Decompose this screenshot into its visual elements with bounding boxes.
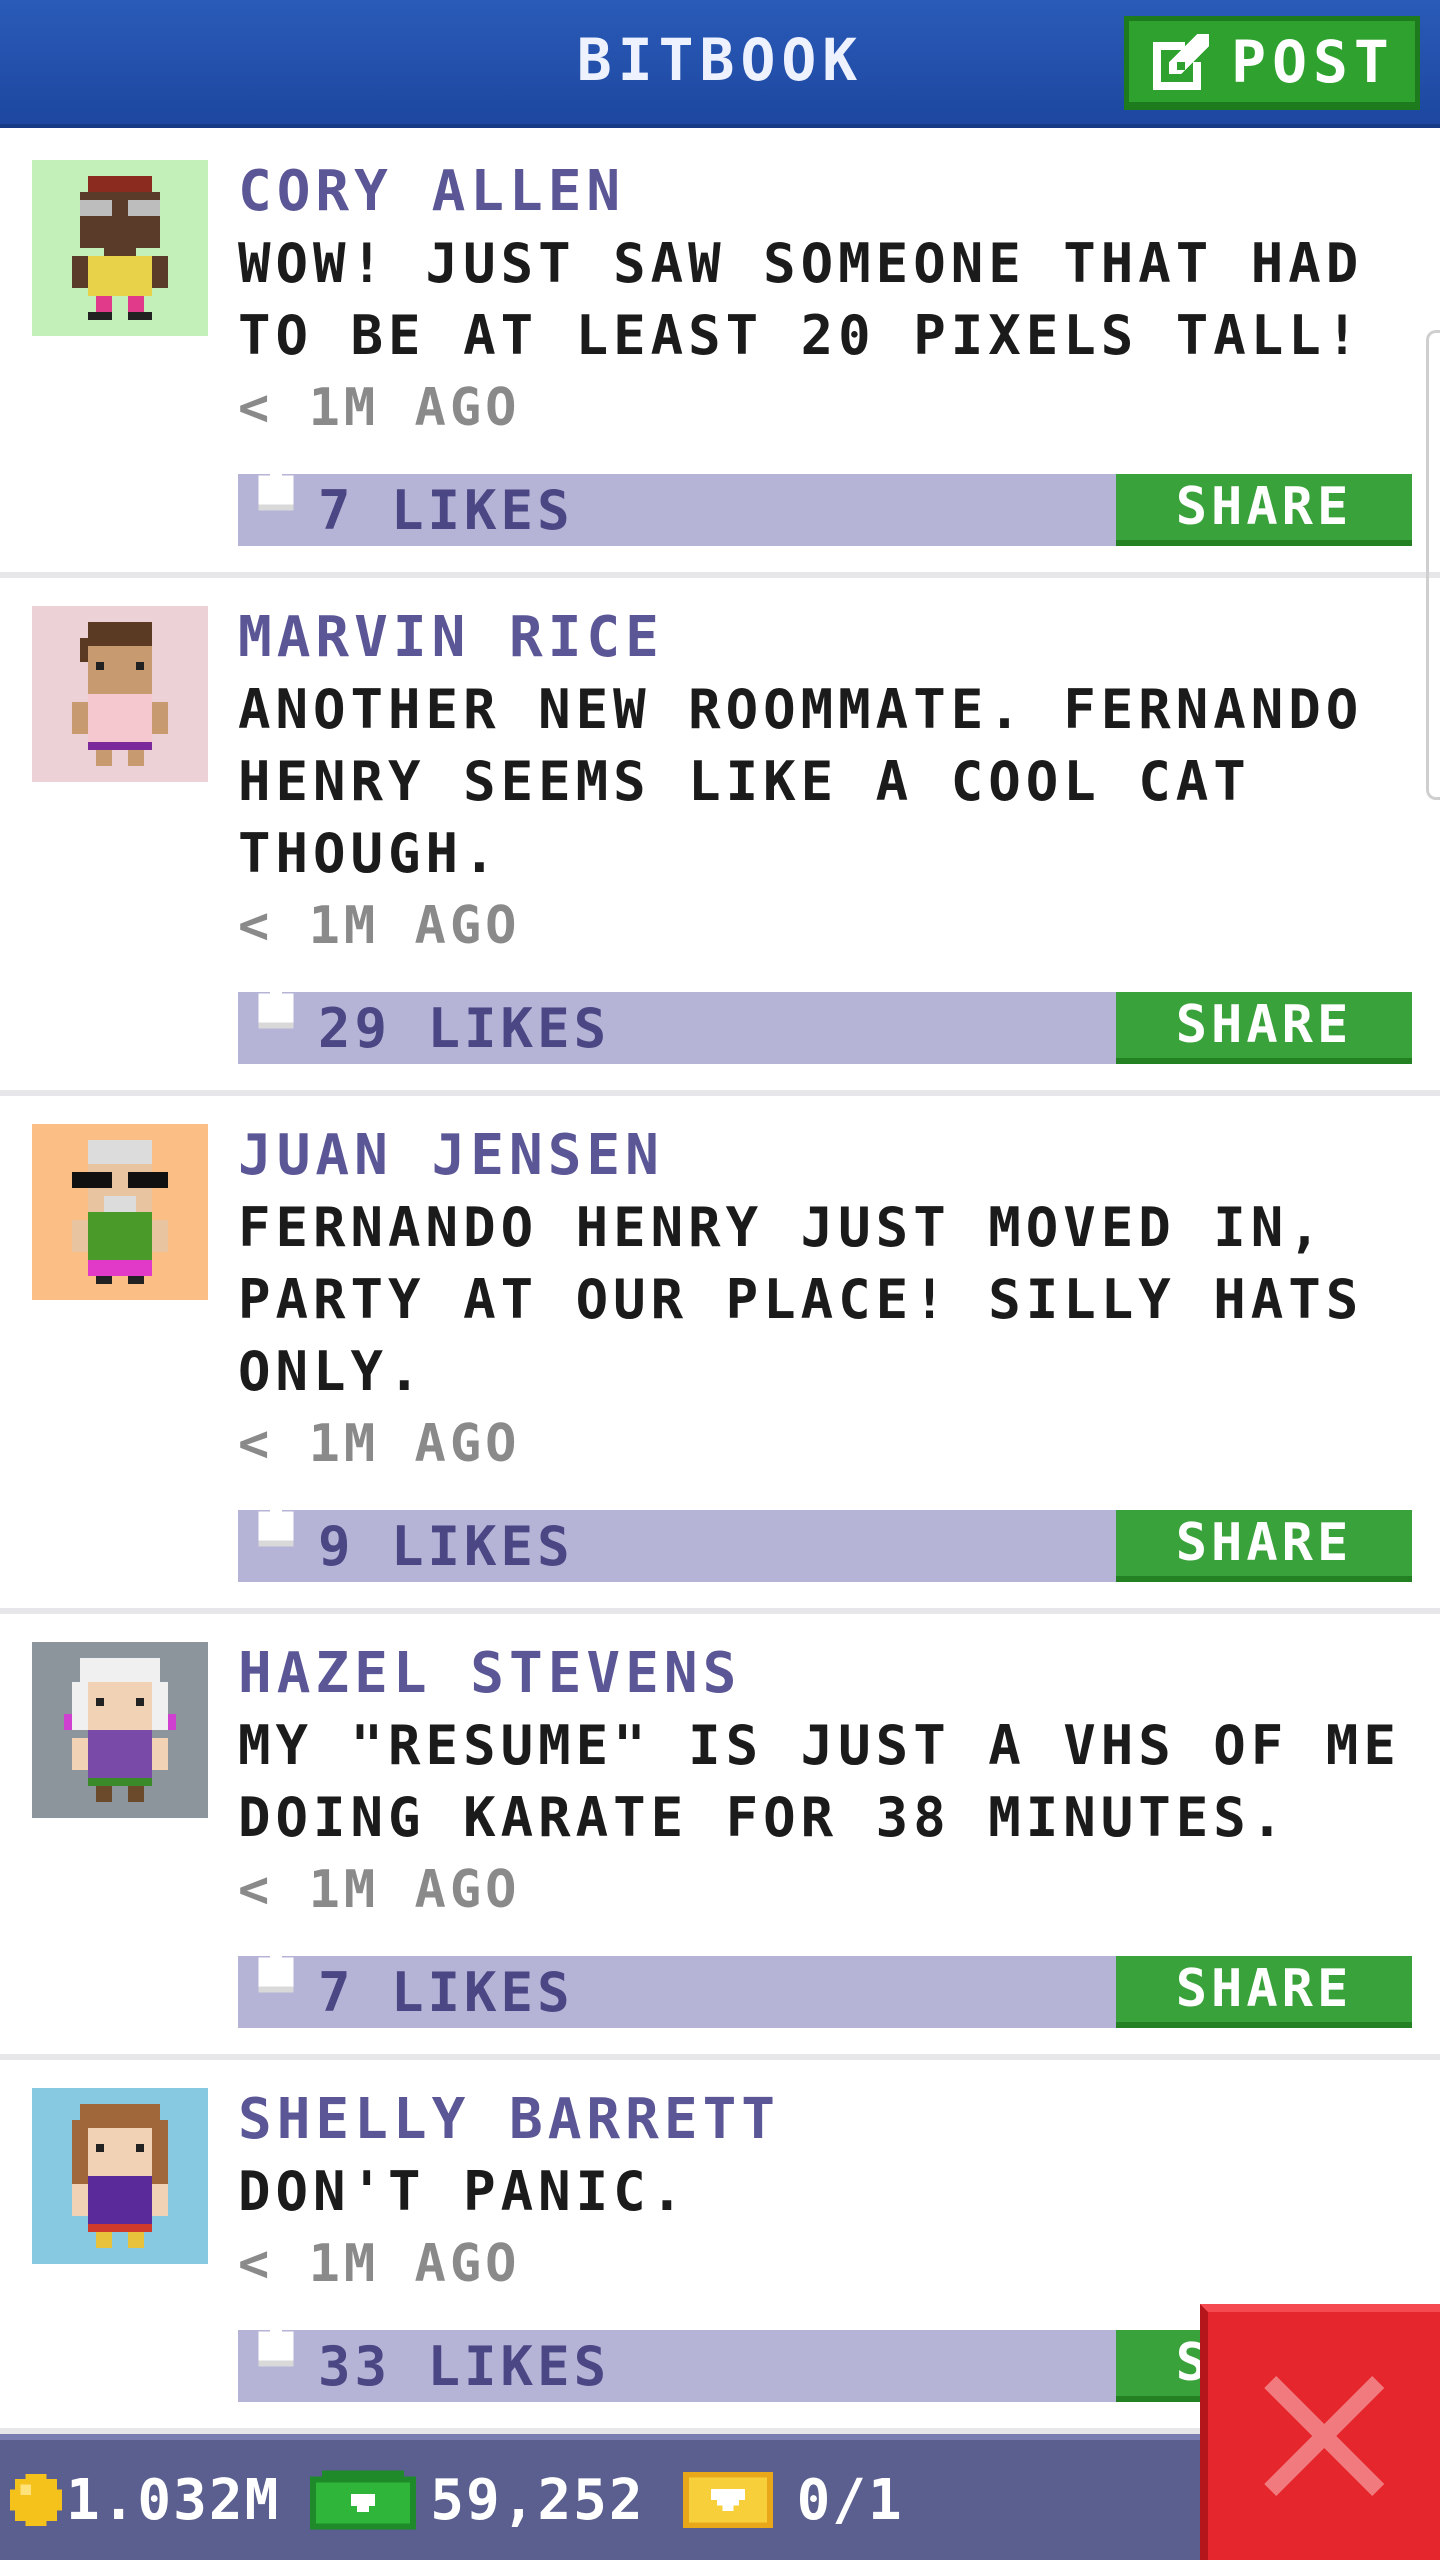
post-message: ANOTHER NEW ROOMMATE. FERNANDO HENRY SEE…: [238, 678, 1364, 885]
thumbs-up-icon: [258, 452, 294, 511]
character-avatar-icon: [72, 622, 168, 766]
cash-icon: [310, 2470, 417, 2530]
tickets-value: 0/1: [796, 2467, 904, 2533]
feed-post: CORY ALLEN WOW! JUST SAW SOMEONE THAT HA…: [0, 132, 1440, 578]
thumbs-up-icon: [258, 970, 294, 1029]
thumbs-up-icon: [258, 2308, 294, 2367]
post-author[interactable]: JUAN JENSEN: [238, 1120, 1408, 1192]
thumbs-up-icon: [258, 1934, 294, 1993]
post-author[interactable]: HAZEL STEVENS: [238, 1638, 1408, 1710]
post-button[interactable]: POST: [1124, 16, 1420, 110]
post-time: < 1M AGO: [238, 896, 521, 956]
feed-post: HAZEL STEVENS MY "RESUME" IS JUST A VHS …: [0, 1614, 1440, 2060]
thumbs-up-icon: [258, 1488, 294, 1547]
character-avatar-icon: [72, 1140, 168, 1284]
character-avatar-icon: [72, 2104, 168, 2248]
character-avatar-icon: [64, 1658, 176, 1802]
post-message: WOW! JUST SAW SOMEONE THAT HAD TO BE AT …: [238, 232, 1364, 367]
feed-post: MARVIN RICE ANOTHER NEW ROOMMATE. FERNAN…: [0, 578, 1440, 1096]
post-time: < 1M AGO: [238, 1414, 521, 1474]
likes-count[interactable]: 7 LIKES: [318, 479, 574, 542]
avatar: [32, 1124, 208, 1300]
coins-value: 1.032M: [66, 2467, 281, 2533]
scrollbar[interactable]: [1426, 330, 1440, 800]
avatar: [32, 2088, 208, 2264]
bux-value: 59,252: [430, 2467, 645, 2533]
close-button[interactable]: [1200, 2304, 1440, 2560]
post-time: < 1M AGO: [238, 1860, 521, 1920]
post-message: DON'T PANIC.: [238, 2160, 689, 2223]
share-button[interactable]: SHARE: [1116, 474, 1412, 546]
post-actions: 7 LIKES SHARE: [238, 1934, 1412, 2028]
post-author[interactable]: MARVIN RICE: [238, 602, 1408, 674]
share-button[interactable]: SHARE: [1116, 992, 1412, 1064]
likes-count[interactable]: 29 LIKES: [318, 997, 610, 1060]
likes-count[interactable]: 33 LIKES: [318, 2335, 610, 2398]
feed-list: CORY ALLEN WOW! JUST SAW SOMEONE THAT HA…: [0, 132, 1440, 2434]
share-button[interactable]: SHARE: [1116, 1956, 1412, 2028]
post-button-label: POST: [1231, 27, 1395, 96]
character-avatar-icon: [72, 176, 168, 320]
coin-icon: [10, 2474, 62, 2526]
post-author[interactable]: CORY ALLEN: [238, 156, 1408, 228]
post-actions: 9 LIKES SHARE: [238, 1488, 1412, 1582]
ticket-icon: [682, 2472, 773, 2528]
post-actions: 7 LIKES SHARE: [238, 452, 1412, 546]
avatar: [32, 606, 208, 782]
edit-icon: [1153, 33, 1210, 90]
post-author[interactable]: SHELLY BARRETT: [238, 2084, 1408, 2156]
post-message: FERNANDO HENRY JUST MOVED IN, PARTY AT O…: [238, 1196, 1364, 1403]
post-actions: 29 LIKES SHARE: [238, 970, 1412, 1064]
tickets-stat: 0/1: [645, 2468, 904, 2533]
coins-stat: 1.032M: [0, 2468, 280, 2533]
post-time: < 1M AGO: [238, 378, 521, 438]
avatar: [32, 160, 208, 336]
post-message: MY "RESUME" IS JUST A VHS OF ME DOING KA…: [238, 1714, 1401, 1849]
avatar: [32, 1642, 208, 1818]
close-icon: [1264, 2376, 1384, 2496]
post-time: < 1M AGO: [238, 2234, 521, 2294]
share-button[interactable]: SHARE: [1116, 1510, 1412, 1582]
feed-post: JUAN JENSEN FERNANDO HENRY JUST MOVED IN…: [0, 1096, 1440, 1614]
top-bar: BITBOOK POST: [0, 0, 1440, 128]
bux-stat: 59,252: [280, 2468, 644, 2533]
likes-count[interactable]: 9 LIKES: [318, 1515, 574, 1578]
likes-count[interactable]: 7 LIKES: [318, 1961, 574, 2024]
